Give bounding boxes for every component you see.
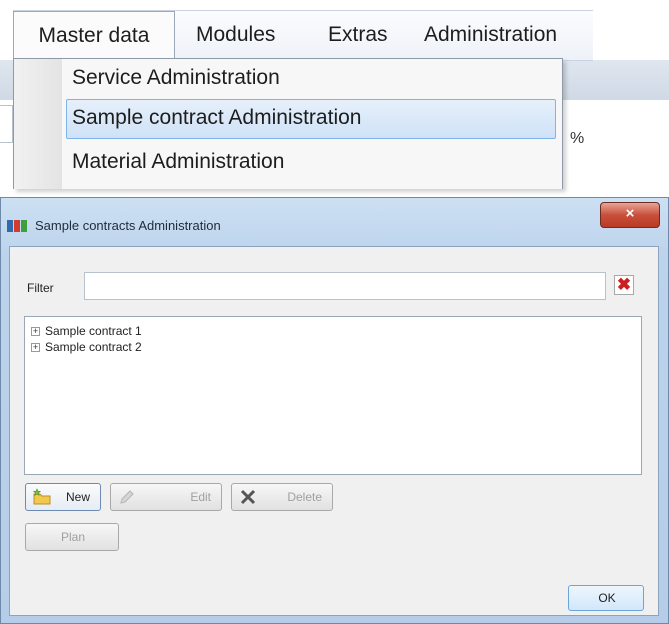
- edit-button-label: Edit: [190, 490, 211, 504]
- menu-administration[interactable]: Administration: [424, 11, 557, 60]
- edit-button[interactable]: Edit: [110, 483, 222, 511]
- tree-item-label: Sample contract 1: [45, 324, 142, 338]
- pencil-icon: [117, 488, 137, 506]
- ok-button[interactable]: OK: [568, 585, 644, 611]
- clear-filter-button[interactable]: ✖: [614, 275, 634, 295]
- menu-icon-gutter: [14, 59, 62, 189]
- menu-modules[interactable]: Modules: [196, 11, 275, 60]
- menu-screenshot: % Master data Modules Extras Administrat…: [0, 0, 669, 189]
- percent-suffix: %: [570, 130, 585, 147]
- expand-icon[interactable]: +: [31, 327, 40, 337]
- title-bar: Sample contracts Administration ×: [1, 198, 668, 246]
- delete-button[interactable]: Delete: [231, 483, 333, 511]
- menu-master-data[interactable]: Master data: [13, 11, 175, 61]
- ok-button-label: OK: [598, 591, 616, 605]
- menu-extras[interactable]: Extras: [328, 11, 388, 60]
- dialog-title: Sample contracts Administration: [35, 218, 221, 233]
- new-button-label: New: [65, 490, 90, 504]
- sample-contracts-dialog: Sample contracts Administration × Filter…: [0, 197, 669, 624]
- menu-item-sample-contract-administration[interactable]: Sample contract Administration: [72, 99, 361, 137]
- menu-bar: Master data Modules Extras Administratio…: [13, 10, 593, 61]
- tree-item-contract-2[interactable]: + Sample contract 2: [31, 339, 142, 356]
- tree-item-label: Sample contract 2: [45, 340, 142, 354]
- background-field: [0, 105, 13, 143]
- close-button[interactable]: ×: [600, 202, 660, 228]
- delete-button-label: Delete: [287, 490, 322, 504]
- dialog-body: Filter ✖ + Sample contract 1 + Sample cont…: [9, 246, 659, 616]
- new-button[interactable]: New: [25, 483, 101, 511]
- filter-input[interactable]: [84, 272, 606, 300]
- master-data-dropdown: Service Administration Sample contract A…: [13, 58, 563, 189]
- contracts-tree[interactable]: + Sample contract 1 + Sample contract 2: [24, 316, 642, 475]
- plan-button-label: Plan: [60, 530, 86, 544]
- plan-button[interactable]: Plan: [25, 523, 119, 551]
- menu-item-material-administration[interactable]: Material Administration: [72, 143, 284, 181]
- menu-item-service-administration[interactable]: Service Administration: [72, 59, 280, 97]
- app-icon: [7, 219, 27, 233]
- expand-icon[interactable]: +: [31, 343, 40, 353]
- x-icon: [238, 488, 258, 506]
- folder-star-icon: [32, 488, 52, 506]
- tree-item-contract-1[interactable]: + Sample contract 1: [31, 323, 142, 340]
- filter-label: Filter: [27, 281, 54, 295]
